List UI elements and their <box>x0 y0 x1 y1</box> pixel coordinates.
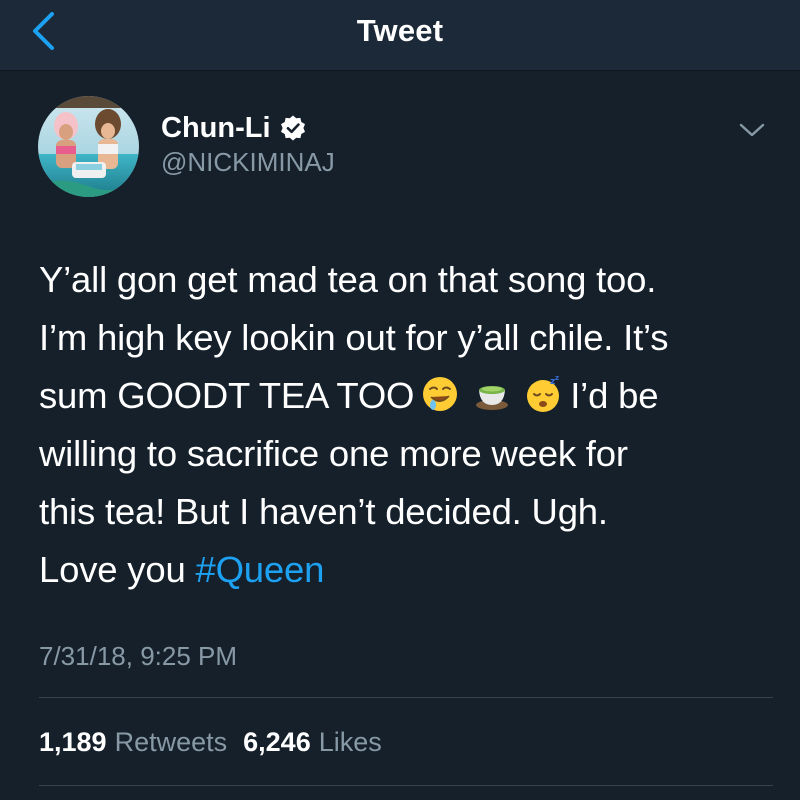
teacup-emoji <box>476 386 509 410</box>
author-handle[interactable]: @NICKIMINAJ <box>161 147 335 178</box>
tweet-stats: 1,189 Retweets 6,246 Likes <box>39 727 382 758</box>
tweet-line: Y’all gon get mad tea on that song too. <box>39 259 657 300</box>
divider <box>39 697 773 698</box>
avatar-image <box>38 96 139 197</box>
likes-label: Likes <box>318 727 382 757</box>
tweet-timestamp: 7/31/18, 9:25 PM <box>39 641 238 671</box>
top-navigation-bar: Tweet <box>0 0 800 71</box>
hashtag-link[interactable]: #Queen <box>196 549 325 590</box>
tweet-line: this tea! But I haven’t decided. Ugh. <box>39 491 608 532</box>
tweet-menu-button[interactable] <box>736 118 768 142</box>
avatar[interactable] <box>38 96 139 197</box>
tweet-line: Love you #Queen <box>39 541 779 599</box>
tweet-line: I’m high key lookin out for y’all chile.… <box>39 317 669 358</box>
retweets-label: Retweets <box>114 727 228 757</box>
tweet-line-text: sum GOODT TEA TOO <box>39 375 415 416</box>
tweet-text: Y’all gon get mad tea on that song too. … <box>39 251 779 599</box>
author-display-name: Chun-Li <box>161 111 271 144</box>
tweet-line: sum GOODT TEA TOO z z I’d be <box>39 367 779 425</box>
likes-stat[interactable]: 6,246 Likes <box>243 727 382 758</box>
likes-count: 6,246 <box>243 727 311 757</box>
tweet-line-text: Love you <box>39 549 186 590</box>
sleeping-face-emoji: z z <box>527 374 559 412</box>
svg-text:z: z <box>555 374 559 382</box>
drooling-face-emoji <box>423 377 458 411</box>
tweet-line-text: I’d be <box>570 375 659 416</box>
author-name-row[interactable]: Chun-Li <box>161 110 307 146</box>
verified-badge-icon <box>280 115 305 141</box>
chevron-down-icon <box>739 123 765 137</box>
retweets-stat[interactable]: 1,189 Retweets <box>39 727 227 758</box>
tweet-line: willing to sacrifice one more week for <box>39 433 628 474</box>
retweets-count: 1,189 <box>39 727 107 757</box>
page-title: Tweet <box>356 13 444 48</box>
divider <box>39 785 773 786</box>
